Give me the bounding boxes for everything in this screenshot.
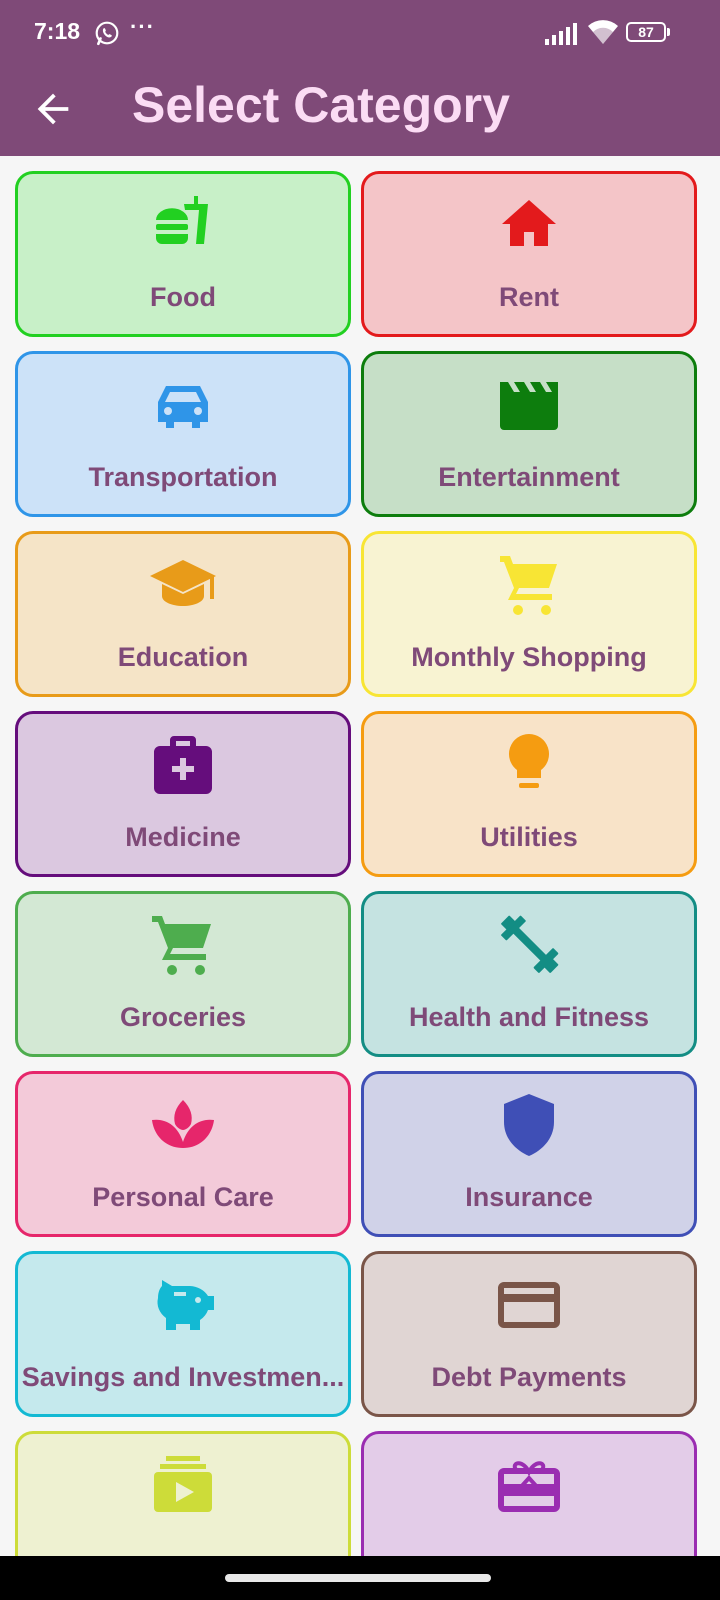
category-card-groceries[interactable]: Groceries — [15, 891, 351, 1057]
clapperboard-icon — [494, 370, 564, 440]
category-label: Groceries — [119, 1002, 247, 1032]
whatsapp-icon — [94, 20, 120, 46]
home-gesture-handle[interactable] — [225, 1574, 491, 1582]
dumbbell-icon — [494, 910, 564, 980]
category-card-subscriptions[interactable] — [15, 1431, 351, 1556]
category-card-savings-and-investments[interactable]: Savings and Investmen... — [15, 1251, 351, 1417]
shopping-cart-icon — [494, 550, 564, 620]
category-card-entertainment[interactable]: Entertainment — [361, 351, 697, 517]
category-card-insurance[interactable]: Insurance — [361, 1071, 697, 1237]
lotus-icon — [148, 1090, 218, 1160]
category-label: Insurance — [465, 1182, 593, 1212]
signal-icon — [545, 23, 579, 45]
system-nav-bar — [0, 1556, 720, 1600]
category-card-medicine[interactable]: Medicine — [15, 711, 351, 877]
back-arrow-icon[interactable] — [30, 86, 76, 132]
category-card-utilities[interactable]: Utilities — [361, 711, 697, 877]
medical-kit-icon — [148, 730, 218, 800]
battery-icon: 87 — [626, 22, 666, 42]
category-card-education[interactable]: Education — [15, 531, 351, 697]
category-card-gifts[interactable] — [361, 1431, 697, 1556]
fastfood-icon — [148, 190, 218, 260]
category-card-debt-payments[interactable]: Debt Payments — [361, 1251, 697, 1417]
category-card-food[interactable]: Food — [15, 171, 351, 337]
status-time: 7:18 — [34, 18, 81, 44]
category-card-rent[interactable]: Rent — [361, 171, 697, 337]
car-icon — [148, 370, 218, 440]
credit-card-icon — [494, 1270, 564, 1340]
category-card-health-and-fitness[interactable]: Health and Fitness — [361, 891, 697, 1057]
app-bar: 7:18 ··· 87 Select Category — [0, 0, 720, 156]
gift-card-icon — [494, 1450, 564, 1520]
category-label: Education — [117, 642, 249, 672]
battery-tip — [667, 28, 670, 36]
subscriptions-icon — [148, 1450, 218, 1520]
category-label: Personal Care — [92, 1182, 274, 1212]
category-grid: Food Rent Transportation Entertainment E… — [15, 171, 705, 1556]
more-notifications-icon: ··· — [130, 14, 155, 39]
category-card-transportation[interactable]: Transportation — [15, 351, 351, 517]
page-title: Select Category — [132, 77, 510, 133]
home-icon — [494, 190, 564, 260]
category-label: Debt Payments — [431, 1362, 627, 1392]
wifi-icon — [587, 20, 619, 46]
category-label: Health and Fitness — [408, 1002, 650, 1032]
category-label: Food — [150, 282, 216, 312]
category-label: Utilities — [480, 822, 578, 852]
category-label: Medicine — [125, 822, 241, 852]
graduation-cap-icon — [148, 550, 218, 620]
category-card-personal-care[interactable]: Personal Care — [15, 1071, 351, 1237]
category-label: Monthly Shopping — [411, 642, 647, 672]
category-card-monthly-shopping[interactable]: Monthly Shopping — [361, 531, 697, 697]
shield-icon — [494, 1090, 564, 1160]
grocery-cart-icon — [148, 910, 218, 980]
lightbulb-icon — [494, 730, 564, 800]
piggy-bank-icon — [148, 1270, 218, 1340]
category-label: Transportation — [88, 462, 278, 492]
category-label: Rent — [499, 282, 559, 312]
category-label: Entertainment — [438, 462, 620, 492]
category-label: Savings and Investmen... — [21, 1362, 345, 1392]
status-bar: 7:18 ··· 87 — [0, 0, 720, 66]
